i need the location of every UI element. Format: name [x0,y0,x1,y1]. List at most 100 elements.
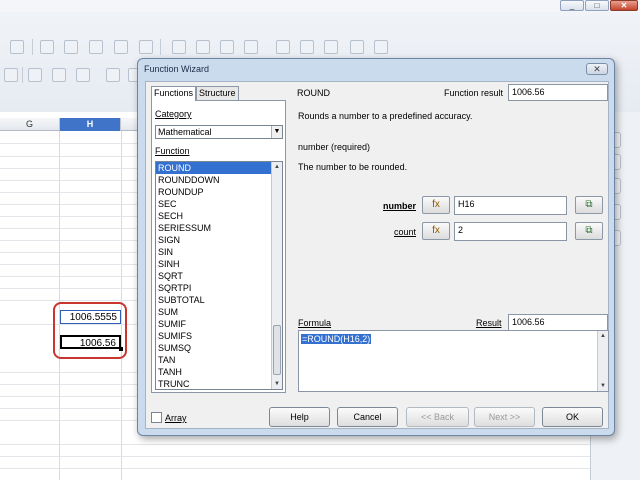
dialog-close-button[interactable]: ✕ [586,63,608,75]
scroll-thumb[interactable] [273,325,281,375]
function-list-item[interactable]: ROUNDDOWN [156,174,272,186]
sort-ascending-icon[interactable] [172,40,186,54]
pivot-icon[interactable] [324,40,338,54]
grid-line [0,456,590,457]
formula-scrollbar[interactable]: ▲ ▼ [597,331,608,391]
close-window-button[interactable]: ✕ [610,0,638,11]
argument-field-count[interactable]: 2 [454,222,567,241]
function-list-item[interactable]: SUMIF [156,318,272,330]
function-list-item[interactable]: SIN [156,246,272,258]
chevron-down-icon[interactable]: ▼ [271,126,282,138]
category-value: Mathematical [158,127,212,137]
function-list-item[interactable]: TRUNC [156,378,272,389]
dialog-body: Functions Structure Category Mathematica… [145,81,609,429]
columns-icon[interactable] [114,40,128,54]
toolbar-separator [160,39,161,55]
maximize-button[interactable]: □ [585,0,609,11]
function-list-item[interactable]: SINH [156,258,272,270]
function-label: Function [155,146,190,156]
functions-panel: Category Mathematical ▼ Function ROUND RO… [151,100,286,393]
function-name: ROUND [297,88,330,98]
sort-icon[interactable] [220,40,234,54]
formula-editor[interactable]: =ROUND(H16,2) ▲ ▼ [298,330,609,392]
function-list-item[interactable]: ROUND [156,162,272,174]
valign-top-icon[interactable] [28,68,42,82]
tab-structure[interactable]: Structure [196,86,239,100]
number-format-icon[interactable] [106,68,120,82]
draw-icon[interactable] [374,40,388,54]
formula-label: Formula [298,318,332,328]
valign-center-icon[interactable] [52,68,66,82]
annotation-highlight [53,302,127,359]
function-list-scrollbar[interactable]: ▲ ▼ [271,162,282,389]
category-label: Category [155,109,192,119]
argument-description: The number to be rounded. [298,162,408,172]
minimize-button[interactable]: _ [560,0,584,11]
function-list-item[interactable]: TAN [156,354,272,366]
function-list[interactable]: ROUND ROUNDDOWN ROUNDUP SEC SECH SERIESSUM SIG… [155,161,283,390]
function-result-label: Function result [444,88,504,98]
category-select[interactable]: Mathematical ▼ [155,125,283,139]
dialog-title: Function Wizard [144,64,210,74]
filter-icon[interactable] [244,40,258,54]
scroll-up-icon[interactable]: ▲ [598,331,608,341]
help-button[interactable]: Help [269,407,330,427]
array-checkbox[interactable] [151,412,162,423]
column-header-h[interactable]: H [60,118,121,131]
tab-functions[interactable]: Functions [151,86,197,101]
image-icon[interactable] [276,40,290,54]
scroll-down-icon[interactable]: ▼ [272,379,282,389]
standard-toolbar [0,36,640,58]
function-list-item[interactable]: SUM [156,306,272,318]
function-list-item[interactable]: SQRT [156,270,272,282]
special-char-icon[interactable] [350,40,364,54]
function-list-item[interactable]: SEC [156,198,272,210]
formula-text[interactable]: =ROUND(H16,2) [301,334,372,344]
merge-icon[interactable] [139,40,153,54]
select-range-icon: ⧉ [585,225,593,236]
grid-line [0,444,590,445]
scroll-down-icon[interactable]: ▼ [598,381,608,391]
function-list-items: ROUND ROUNDDOWN ROUNDUP SEC SECH SERIESSUM SIG… [156,162,282,389]
ok-button[interactable]: OK [542,407,603,427]
column-header-g[interactable]: G [0,118,60,131]
window-titlebar [0,0,640,12]
cancel-button[interactable]: Cancel [337,407,398,427]
next-button[interactable]: Next >> [474,407,535,427]
argument-label-count: count [394,227,417,237]
fx-button-count[interactable]: fx [422,222,450,240]
rows-icon[interactable] [89,40,103,54]
align-icon[interactable] [4,68,18,82]
grid-line [0,468,590,469]
shrink-button-count[interactable]: ⧉ [575,222,603,240]
shrink-button-number[interactable]: ⧉ [575,196,603,214]
function-result-field: 1006.56 [508,84,608,101]
table-icon[interactable] [40,40,54,54]
function-list-item[interactable]: SERIESSUM [156,222,272,234]
function-list-item[interactable]: SIGN [156,234,272,246]
result-field: 1006.56 [508,314,608,331]
toolbar-separator [32,39,33,55]
array-label: Array [165,413,187,423]
function-wizard-icon: fx [432,225,440,236]
function-list-item[interactable]: SQRTPI [156,282,272,294]
fx-button-number[interactable]: fx [422,196,450,214]
back-button[interactable]: << Back [406,407,469,427]
valign-bottom-icon[interactable] [76,68,90,82]
chart-icon[interactable] [300,40,314,54]
function-list-item[interactable]: SUBTOTAL [156,294,272,306]
sort-descending-icon[interactable] [196,40,210,54]
function-list-item[interactable]: TANH [156,366,272,378]
toolbar-separator [22,67,23,83]
grid-icon[interactable] [64,40,78,54]
argument-label-number: number [383,201,417,211]
function-list-item[interactable]: ROUNDUP [156,186,272,198]
zoom-icon[interactable] [10,40,24,54]
function-list-item[interactable]: SECH [156,210,272,222]
function-details: ROUND Function result 1006.56 Rounds a n… [294,82,610,398]
scroll-up-icon[interactable]: ▲ [272,162,282,172]
function-list-item[interactable]: SUMSQ [156,342,272,354]
function-list-item[interactable]: SUMIFS [156,330,272,342]
argument-field-number[interactable]: H16 [454,196,567,215]
function-description: Rounds a number to a predefined accuracy… [298,111,473,121]
